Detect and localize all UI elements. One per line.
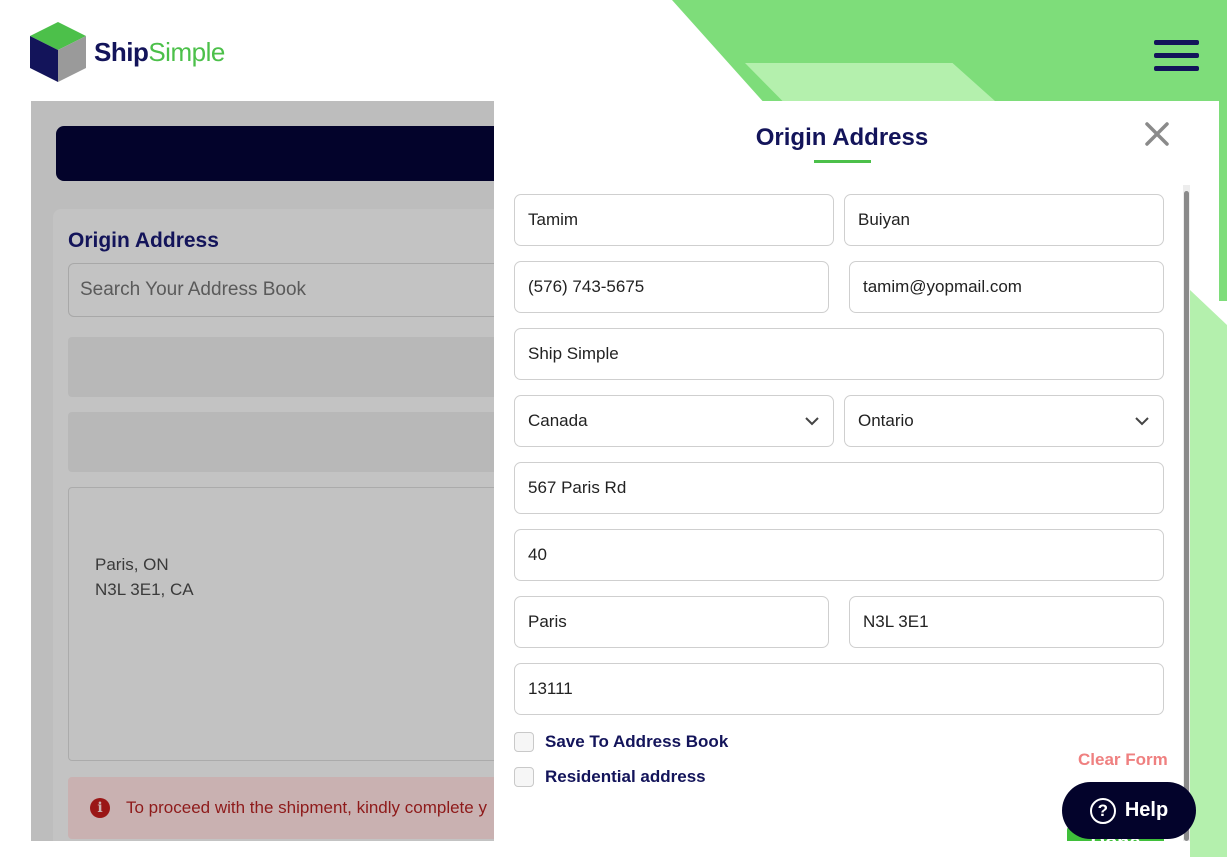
right-decoration bbox=[1219, 101, 1227, 301]
postal-code-field[interactable]: N3L 3E1 bbox=[849, 596, 1164, 648]
close-icon[interactable] bbox=[1142, 119, 1172, 149]
address-line2-field[interactable]: 40 bbox=[514, 529, 1164, 581]
logo-text-ship: Ship bbox=[94, 36, 149, 67]
logo-text-simple: Simple bbox=[148, 36, 225, 67]
alert-banner: i To proceed with the shipment, kindly c… bbox=[68, 777, 494, 839]
address-summary-box bbox=[68, 487, 494, 761]
help-label: Help bbox=[1124, 799, 1169, 821]
right-decoration-light bbox=[1190, 290, 1227, 857]
shipsimple-logo[interactable]: ShipSimple bbox=[28, 20, 225, 84]
save-to-address-book-label[interactable]: Save To Address Book bbox=[545, 732, 728, 752]
address-line1-field[interactable]: 567 Paris Rd bbox=[514, 462, 1164, 514]
email-field[interactable]: tamim@yopmail.com bbox=[849, 261, 1164, 313]
background-field bbox=[68, 337, 494, 397]
logo-wordmark: ShipSimple bbox=[94, 37, 225, 68]
background-banner bbox=[56, 126, 494, 181]
save-to-address-book-checkbox-row[interactable]: Save To Address Book bbox=[514, 732, 728, 752]
residential-address-checkbox[interactable] bbox=[514, 767, 534, 787]
help-button[interactable]: ? Help bbox=[1062, 782, 1196, 839]
province-select[interactable]: Ontario bbox=[844, 395, 1164, 447]
cube-logo-icon bbox=[30, 22, 86, 82]
country-select[interactable]: Canada bbox=[514, 395, 834, 447]
clear-form-button[interactable]: Clear Form bbox=[1078, 750, 1168, 770]
hamburger-menu-icon[interactable] bbox=[1154, 40, 1199, 74]
chevron-down-icon bbox=[1135, 417, 1149, 426]
phone-field[interactable]: (576) 743-5675 bbox=[514, 261, 829, 313]
alert-text: To proceed with the shipment, kindly com… bbox=[126, 798, 487, 817]
extra-field[interactable]: 13111 bbox=[514, 663, 1164, 715]
province-select-value: Ontario bbox=[858, 411, 914, 430]
address-summary-text: Paris, ON N3L 3E1, CA bbox=[95, 552, 194, 602]
question-circle-icon: ? bbox=[1089, 797, 1116, 824]
city-field[interactable]: Paris bbox=[514, 596, 829, 648]
residential-address-label[interactable]: Residential address bbox=[545, 767, 706, 787]
country-select-value: Canada bbox=[528, 411, 588, 430]
info-icon: i bbox=[90, 798, 110, 818]
last-name-field[interactable]: Buiyan bbox=[844, 194, 1164, 246]
origin-address-modal: Origin Address Tamim Buiyan (576) 743-56… bbox=[494, 101, 1190, 841]
address-summary-line1: Paris, ON bbox=[95, 555, 169, 574]
residential-address-checkbox-row[interactable]: Residential address bbox=[514, 767, 706, 787]
scrollbar-thumb[interactable] bbox=[1184, 191, 1189, 841]
header-decoration-light bbox=[745, 63, 995, 101]
modal-scrollbar[interactable] bbox=[1183, 185, 1190, 841]
address-book-search-input[interactable]: Search Your Address Book bbox=[68, 263, 494, 317]
address-summary-line2: N3L 3E1, CA bbox=[95, 580, 194, 599]
background-section-title: Origin Address bbox=[68, 229, 219, 252]
background-field bbox=[68, 412, 494, 472]
modal-title: Origin Address bbox=[755, 124, 929, 151]
title-underline bbox=[814, 160, 871, 163]
save-to-address-book-checkbox[interactable] bbox=[514, 732, 534, 752]
top-header: ShipSimple bbox=[0, 0, 1227, 101]
company-field[interactable]: Ship Simple bbox=[514, 328, 1164, 380]
first-name-field[interactable]: Tamim bbox=[514, 194, 834, 246]
chevron-down-icon bbox=[805, 417, 819, 426]
background-page-overlay: Origin Address Search Your Address Book … bbox=[31, 101, 494, 841]
